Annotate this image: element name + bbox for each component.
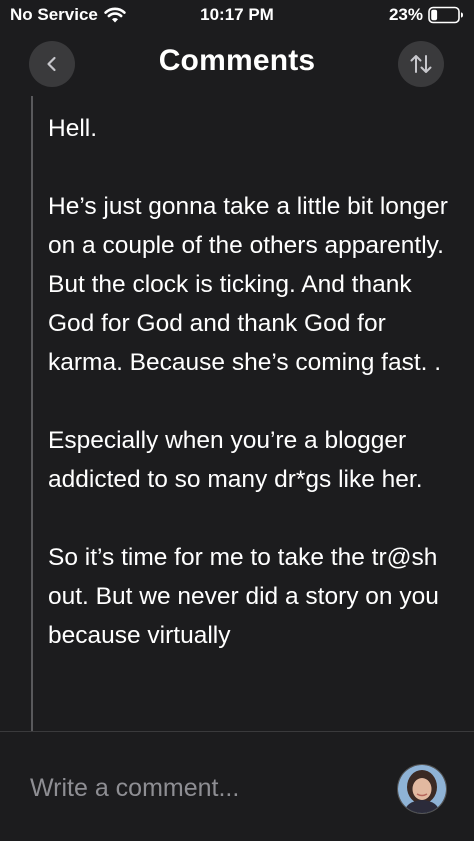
nav-bar: Comments [0, 36, 474, 92]
battery-fill [431, 9, 438, 21]
thread-line [31, 96, 33, 731]
status-bar: No Service 10:17 PM 23% [0, 0, 474, 32]
sort-button[interactable] [398, 41, 444, 87]
comment-body: Hell. He’s just gonna take a little bit … [48, 109, 458, 731]
comment-input[interactable] [30, 770, 370, 806]
battery-icon [428, 6, 464, 24]
comment-paragraph: He’s just gonna take a little bit longer… [48, 193, 455, 376]
sort-arrows-icon [410, 55, 432, 73]
status-right: 23% [389, 5, 464, 25]
comment-composer [0, 732, 474, 841]
battery-percent: 23% [388, 5, 423, 24]
comment-paragraph: Especially when you’re a blogger addicte… [48, 427, 423, 493]
avatar[interactable] [397, 764, 447, 814]
comment-paragraph: So it’s time for me to take the tr@sh ou… [48, 544, 451, 649]
user-avatar-image [398, 765, 446, 813]
comment-paragraph: Hell. [48, 115, 98, 142]
